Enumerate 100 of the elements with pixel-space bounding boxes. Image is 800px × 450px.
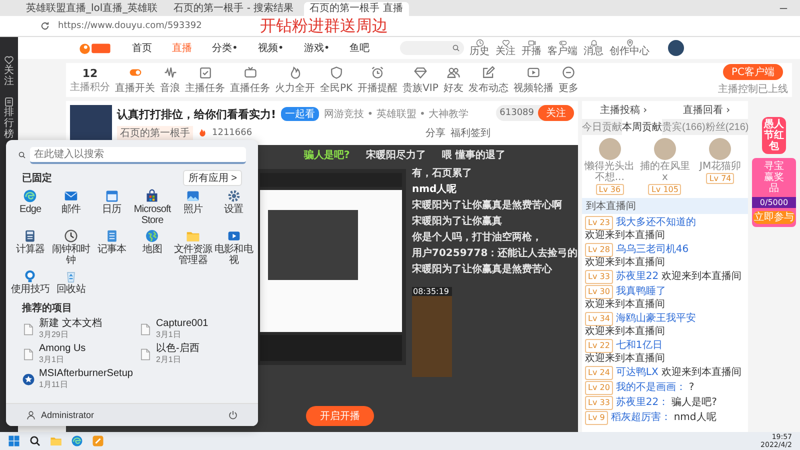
toolbar-item[interactable]: 更多 xyxy=(558,66,578,94)
score-widget[interactable]: 12 主播积分 xyxy=(70,66,110,94)
four-squares-icon[interactable] xyxy=(8,435,20,447)
pinned-app[interactable]: 文件资源管理器 xyxy=(172,229,214,266)
chat-username[interactable]: 我真鸭睡了 xyxy=(616,286,666,298)
danmaku-comment: 宋暖阳为了让你赢真是煞费苦心啊 xyxy=(412,199,563,212)
browser-tab[interactable]: 石页的第一根手 - 搜索结果 xyxy=(168,2,300,16)
pinned-app[interactable]: 照片 xyxy=(172,189,214,226)
chat-message: 欢迎来到本直播间 xyxy=(585,326,665,338)
header-link[interactable]: 创作中心 xyxy=(610,39,650,57)
level-badge: Lv 20 xyxy=(585,381,613,395)
panel-link[interactable]: 主播投稿 › xyxy=(600,103,648,117)
refresh-icon[interactable] xyxy=(40,21,50,31)
chat-username[interactable]: 乌乌三老司机46 xyxy=(616,244,689,256)
address-field[interactable]: https://www.douyu.com/593392 xyxy=(58,21,202,31)
pinned-app[interactable]: 设置 xyxy=(213,189,254,226)
toolbar-item[interactable]: 直播开关 xyxy=(115,66,155,94)
nav-link[interactable]: 直播 xyxy=(172,41,192,55)
sidebar-item[interactable]: 关注 xyxy=(0,55,18,87)
toolbar-item[interactable]: 贵族VIP xyxy=(402,66,438,94)
chat-username[interactable]: 我大多还不知道的 xyxy=(616,217,696,229)
header-link[interactable]: 关注 xyxy=(496,39,516,57)
pinned-app[interactable]: Microsoft Store xyxy=(132,189,173,226)
pc-client-button[interactable]: PC客户端 xyxy=(723,64,782,80)
browser-tab[interactable]: 石页的第一根手 直播 xyxy=(304,2,409,16)
browser-tab[interactable]: 英雄联盟直播_lol直播_英雄联 xyxy=(20,2,164,16)
chat-username[interactable]: 苏夜里22： xyxy=(616,397,669,409)
ranking-tab[interactable]: 贵宾(166) xyxy=(662,119,706,135)
ranking-tab[interactable]: 粉丝(216) xyxy=(705,119,748,135)
chat-username[interactable]: 海鸥山豪王我平安 xyxy=(616,313,696,325)
app-tile-icon[interactable] xyxy=(92,435,104,447)
header-link[interactable]: 历史 xyxy=(470,39,490,57)
recommended-item[interactable]: Capture001 3月1日 xyxy=(138,318,242,340)
level-badge: Lv 74 xyxy=(706,173,734,184)
all-apps-button[interactable]: 所有应用 > xyxy=(183,170,242,186)
swirl-icon[interactable] xyxy=(71,435,83,447)
header-link[interactable]: 开播 xyxy=(522,39,542,57)
power-icon[interactable] xyxy=(228,410,238,420)
header-link[interactable]: 客户端 xyxy=(548,39,578,57)
toolbar-item[interactable]: 视频轮播 xyxy=(513,66,554,94)
room-tag[interactable]: 一起看 xyxy=(281,107,320,121)
chat-username[interactable]: 苏夜里22 xyxy=(616,271,659,283)
level-badge: Lv 34 xyxy=(585,312,613,326)
chat-username[interactable]: 稻灰超厉害： xyxy=(610,412,671,424)
streamer-name[interactable]: 石页的第一根手 xyxy=(117,126,193,140)
fan-avatar[interactable] xyxy=(598,138,621,160)
pinned-app[interactable]: 使用技巧 xyxy=(10,269,51,295)
toolbar-item[interactable]: 直播任务 xyxy=(230,66,270,94)
pinned-app[interactable]: 计算器 xyxy=(10,229,51,266)
nav-link[interactable]: 视频• xyxy=(258,41,284,55)
pinned-app[interactable]: Edge xyxy=(10,189,51,226)
start-broadcast-button[interactable]: 开启开播 xyxy=(306,406,374,426)
nav-link[interactable]: 分类• xyxy=(212,41,238,55)
nav-link[interactable]: 首页 xyxy=(132,41,152,55)
stream-cover-photo-placeholder[interactable] xyxy=(70,105,112,141)
chat-username[interactable]: 可达鸭LX xyxy=(616,367,658,379)
fish-logo-icon[interactable] xyxy=(78,41,112,55)
toolbar-item[interactable]: 开播提醒 xyxy=(358,66,398,94)
danmaku-comment: 喂 懂事的退了 xyxy=(442,149,506,162)
toolbar-item[interactable]: 发布动态 xyxy=(468,66,508,94)
pinned-app[interactable]: 记事本 xyxy=(91,229,132,266)
panel-link[interactable]: 直播回看 › xyxy=(682,103,730,117)
file-icon xyxy=(22,322,35,336)
user-avatar[interactable] xyxy=(668,40,684,56)
fan-avatar[interactable] xyxy=(654,138,676,160)
share-link[interactable]: 分享 xyxy=(426,126,446,140)
search-icon[interactable] xyxy=(29,435,41,447)
promo-card[interactable]: 寻宝赢奖品 0/5000 立即参与 xyxy=(752,158,796,227)
list-icon xyxy=(4,97,14,107)
pinned-app[interactable]: 日历 xyxy=(91,189,132,226)
chat-message: 欢迎来到本直播间 xyxy=(661,367,742,379)
ranking-tab[interactable]: 今日贡献 xyxy=(582,119,622,135)
level-badge: Lv 30 xyxy=(585,285,613,299)
chat-username[interactable]: 我的不是画画： xyxy=(616,382,686,394)
follow-button[interactable]: 关注 xyxy=(538,105,574,121)
pinned-app[interactable]: 电影和电视 xyxy=(213,229,254,266)
header-link[interactable]: 消息 xyxy=(584,39,604,57)
nav-link[interactable]: 鱼吧 xyxy=(350,41,370,55)
checkin-link[interactable]: 福利签到 xyxy=(450,126,491,140)
toolbar-item[interactable]: 好友 xyxy=(443,66,464,94)
nav-link[interactable]: 游戏• xyxy=(304,41,330,55)
fan-avatar[interactable] xyxy=(709,138,732,160)
toolbar-item[interactable]: 火力全开 xyxy=(275,66,315,94)
ranking-tab[interactable]: 本周贡献 xyxy=(622,119,662,135)
category-path[interactable]: 网游竞技 • 英雄联盟 • 大神教学 xyxy=(324,107,469,121)
video-icon xyxy=(526,66,540,78)
recommended-item[interactable]: 以色-启西 2月1日 xyxy=(138,343,242,365)
chat-message: nmd人呢 xyxy=(674,412,716,424)
toolbar-item[interactable]: 全民PK xyxy=(320,66,353,94)
chat-username[interactable]: 七和1亿日 xyxy=(616,340,662,352)
search-field[interactable]: 在此键入以搜索 xyxy=(30,146,246,164)
promo-banner[interactable]: 愚人节红包 xyxy=(762,117,786,154)
toolbar-item[interactable]: 主播任务 xyxy=(185,66,225,94)
toolbar-item[interactable]: 音浪 xyxy=(160,66,180,94)
flame-icon xyxy=(288,66,302,78)
edit-icon xyxy=(482,66,495,78)
fan-name: 捕的在风里x xyxy=(640,161,690,183)
sidebar-item[interactable]: 排行榜 xyxy=(0,97,18,140)
pinned-app[interactable]: 地图 xyxy=(132,229,173,266)
search-field[interactable] xyxy=(400,41,464,55)
